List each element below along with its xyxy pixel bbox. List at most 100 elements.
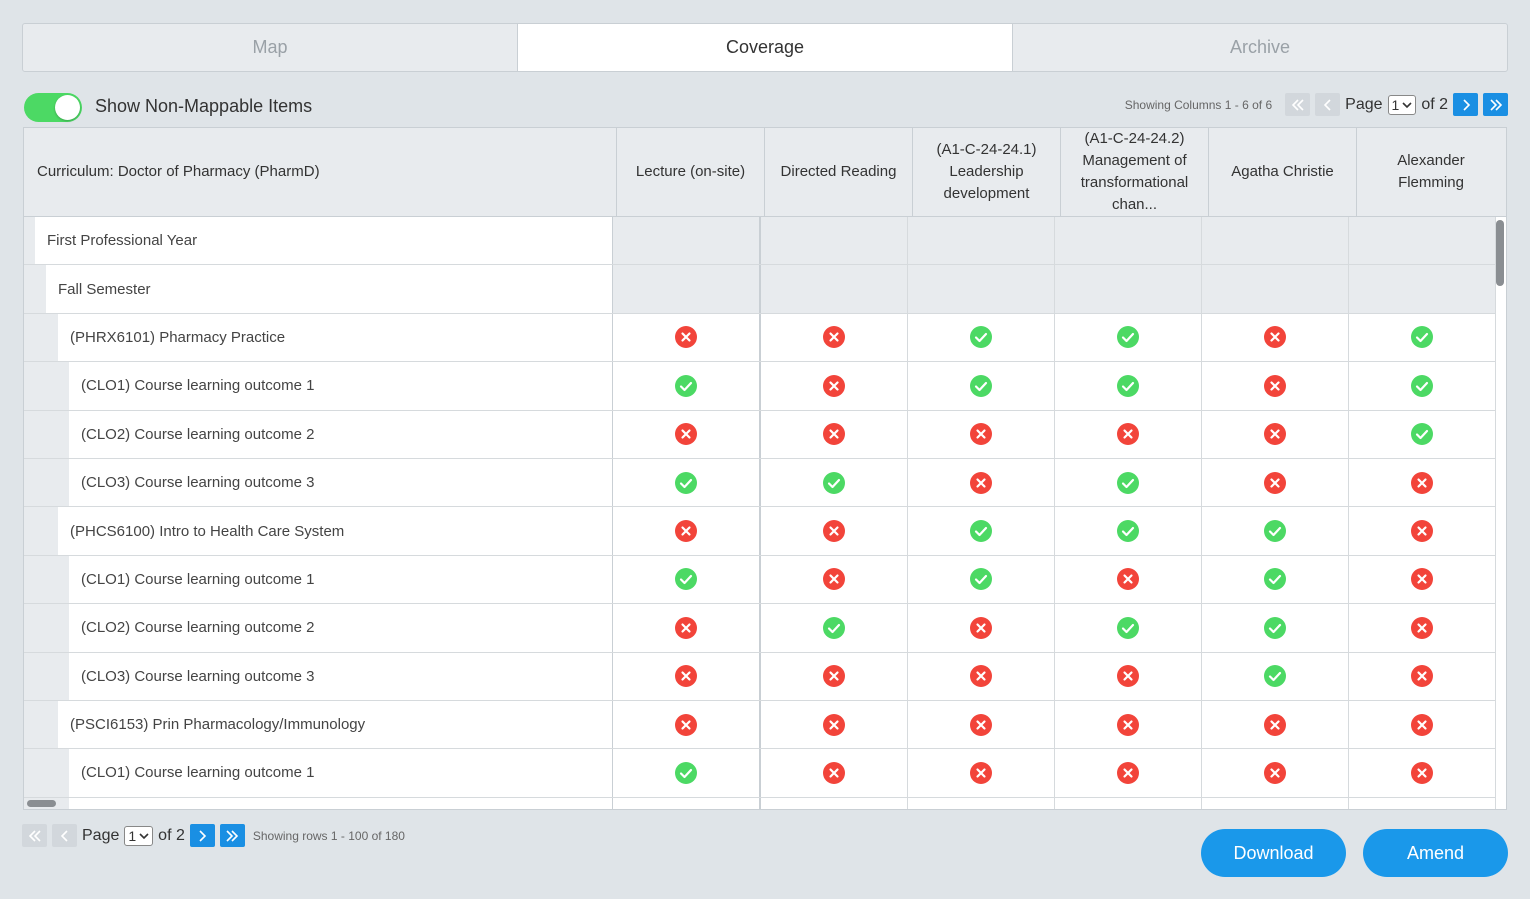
first-page-rows-button[interactable] [22, 824, 47, 847]
coverage-cell[interactable] [1201, 797, 1349, 809]
coverage-cell[interactable] [1054, 749, 1202, 797]
amend-button[interactable]: Amend [1363, 829, 1508, 877]
column-page-select[interactable]: 1 [1387, 94, 1417, 115]
coverage-cell[interactable] [1201, 555, 1349, 604]
coverage-cell[interactable] [907, 700, 1055, 749]
row-indent [24, 749, 69, 797]
row-indent [24, 652, 69, 700]
coverage-cell[interactable] [760, 797, 908, 809]
coverage-cell[interactable] [907, 604, 1055, 652]
coverage-cell[interactable] [613, 604, 761, 652]
vertical-scrollbar[interactable] [1496, 220, 1504, 286]
coverage-cell[interactable] [760, 458, 908, 507]
coverage-cell[interactable] [1054, 410, 1202, 458]
prev-page-rows-button[interactable] [52, 824, 77, 847]
download-button[interactable]: Download [1201, 829, 1346, 877]
coverage-cell[interactable] [613, 652, 761, 700]
coverage-cell[interactable] [1348, 507, 1497, 555]
coverage-cell[interactable] [1348, 458, 1497, 507]
coverage-cell[interactable] [907, 313, 1055, 362]
coverage-cell[interactable] [760, 313, 908, 362]
next-page-rows-button[interactable] [189, 824, 215, 847]
grid-header: Curriculum: Doctor of Pharmacy (PharmD) … [24, 128, 1506, 217]
coverage-cell[interactable] [613, 507, 761, 555]
coverage-cell[interactable] [907, 749, 1055, 797]
coverage-cell[interactable] [1054, 555, 1202, 604]
coverage-cell[interactable] [1348, 313, 1497, 362]
coverage-cell[interactable] [1201, 458, 1349, 507]
coverage-cell[interactable] [907, 797, 1055, 809]
coverage-cell[interactable] [907, 410, 1055, 458]
x-icon [1263, 713, 1286, 736]
row-label: (PHCS6100) Intro to Health Care System [70, 522, 345, 540]
horizontal-scrollbar[interactable] [27, 800, 56, 807]
tab-coverage[interactable]: Coverage [518, 24, 1013, 71]
coverage-cell[interactable] [613, 797, 761, 809]
x-icon [822, 568, 845, 591]
coverage-cell[interactable] [1348, 652, 1497, 700]
coverage-cell[interactable] [1201, 362, 1349, 410]
last-page-rows-button[interactable] [219, 824, 245, 847]
coverage-cell[interactable] [1201, 313, 1349, 362]
row-pager-info: Showing rows 1 - 100 of 180 [252, 828, 405, 843]
prev-page-columns-button[interactable] [1315, 93, 1341, 116]
coverage-cell[interactable] [1348, 604, 1497, 652]
row-indent [24, 313, 58, 362]
coverage-cell[interactable] [613, 313, 761, 362]
coverage-cell[interactable] [1054, 313, 1202, 362]
first-page-columns-button[interactable] [1285, 93, 1311, 116]
coverage-cell[interactable] [760, 555, 908, 604]
coverage-cell[interactable] [760, 362, 908, 410]
coverage-cell[interactable] [1201, 410, 1349, 458]
coverage-cell[interactable] [613, 362, 761, 410]
row-label: Fall Semester [58, 280, 151, 298]
tab-map[interactable]: Map [23, 24, 518, 71]
coverage-cell[interactable] [1348, 797, 1497, 809]
coverage-cell[interactable] [907, 555, 1055, 604]
tab-archive[interactable]: Archive [1013, 24, 1507, 71]
coverage-cell[interactable] [1054, 700, 1202, 749]
row-indent [24, 362, 69, 410]
coverage-cell[interactable] [760, 749, 908, 797]
coverage-cell[interactable] [1201, 652, 1349, 700]
x-icon [969, 761, 992, 784]
row-label: (CLO1) Course learning outcome 1 [81, 377, 315, 395]
coverage-cell[interactable] [1201, 749, 1349, 797]
coverage-cell[interactable] [1348, 700, 1497, 749]
coverage-cell[interactable] [1348, 749, 1497, 797]
coverage-cell[interactable] [760, 604, 908, 652]
last-page-columns-button[interactable] [1483, 93, 1508, 116]
coverage-cell[interactable] [1201, 507, 1349, 555]
coverage-cell[interactable] [760, 507, 908, 555]
coverage-cell[interactable] [760, 700, 908, 749]
coverage-cell[interactable] [1348, 410, 1497, 458]
next-page-columns-button[interactable] [1453, 93, 1478, 116]
column-header: (A1-C-24-24.1) Leadership development [913, 128, 1061, 216]
coverage-cell[interactable] [613, 458, 761, 507]
coverage-cell[interactable] [613, 410, 761, 458]
coverage-cell[interactable] [1348, 555, 1497, 604]
row-page-select[interactable]: 1 [124, 825, 154, 846]
row-label-cell: (PHCS6100) Intro to Health Care System [24, 507, 614, 555]
coverage-cell[interactable] [1054, 604, 1202, 652]
coverage-cell[interactable] [1201, 700, 1349, 749]
coverage-cell[interactable] [760, 410, 908, 458]
coverage-cell[interactable] [907, 652, 1055, 700]
double-chevron-left-icon [1291, 98, 1304, 111]
coverage-cell[interactable] [613, 749, 761, 797]
coverage-cell[interactable] [907, 362, 1055, 410]
coverage-cell[interactable] [1054, 362, 1202, 410]
coverage-cell[interactable] [1348, 362, 1497, 410]
coverage-cell[interactable] [1054, 652, 1202, 700]
coverage-cell[interactable] [1054, 458, 1202, 507]
row-page-label: Page [82, 826, 120, 844]
coverage-cell[interactable] [760, 652, 908, 700]
coverage-cell[interactable] [1054, 797, 1202, 809]
coverage-cell[interactable] [613, 555, 761, 604]
coverage-cell[interactable] [907, 458, 1055, 507]
show-non-mappable-toggle[interactable] [24, 93, 82, 122]
coverage-cell[interactable] [1054, 507, 1202, 555]
coverage-cell[interactable] [613, 700, 761, 749]
coverage-cell[interactable] [907, 507, 1055, 555]
coverage-cell[interactable] [1201, 604, 1349, 652]
